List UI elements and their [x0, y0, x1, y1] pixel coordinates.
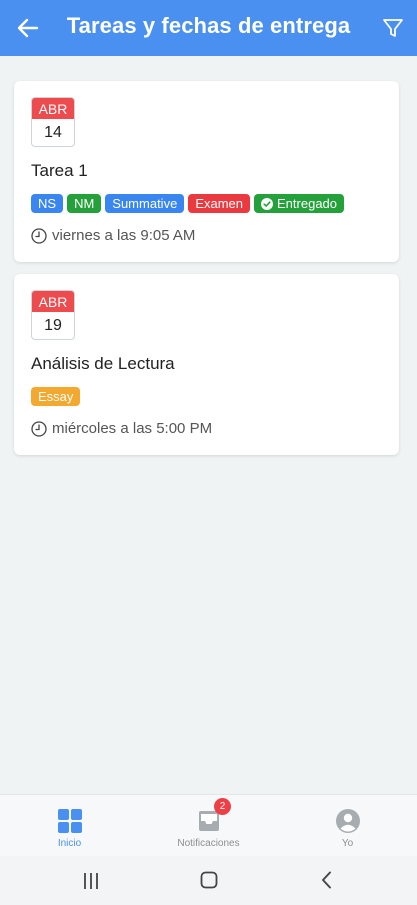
filter-icon[interactable] — [381, 15, 405, 41]
tag-label: Entregado — [277, 196, 338, 211]
clock-icon — [31, 227, 47, 244]
assignment-title: Análisis de Lectura — [31, 354, 175, 373]
grid-icon — [57, 809, 82, 833]
nav-label: Notificaciones — [177, 838, 240, 849]
app-bar: Tareas y fechas de entrega — [0, 0, 417, 56]
tag-examen: Examen — [188, 194, 251, 213]
tag-nm: NM — [67, 194, 102, 213]
nav-label: Inicio — [57, 838, 82, 849]
tag-summative: Summative — [105, 194, 185, 213]
tag-list: Essay — [31, 387, 81, 406]
due-time-text: viernes a las 9:05 AM — [52, 227, 196, 244]
calendar-month: ABR — [32, 98, 74, 119]
tag-list: NS NM Summative Examen Entregado — [31, 194, 345, 213]
assignment-title: Tarea 1 — [31, 161, 88, 180]
calendar-day: 14 — [44, 124, 62, 141]
tag-entregado: Entregado — [254, 194, 345, 213]
profile-icon — [335, 809, 360, 833]
due-time: viernes a las 9:05 AM — [31, 227, 195, 244]
notification-badge: 2 — [214, 798, 231, 815]
tag-essay: Essay — [31, 387, 81, 406]
calendar-date: ABR 14 — [31, 97, 75, 147]
nav-item-yo[interactable]: Yo — [278, 795, 417, 857]
calendar-date: ABR 19 — [31, 290, 75, 340]
nav-label: Yo — [341, 838, 354, 849]
calendar-day: 19 — [44, 317, 62, 334]
due-time-text: miércoles a las 5:00 PM — [52, 420, 213, 437]
system-back-icon[interactable] — [320, 871, 334, 889]
page-title: Tareas y fechas de entrega — [66, 13, 351, 38]
nav-item-inicio[interactable]: Inicio — [0, 795, 139, 857]
tag-ns: NS — [31, 194, 64, 213]
bottom-nav: Inicio Notificaciones Yo — [0, 794, 417, 856]
system-nav-bar — [0, 856, 417, 905]
home-icon[interactable] — [200, 871, 218, 889]
check-circle-icon — [261, 197, 274, 210]
assignment-card[interactable]: ABR 19 Análisis de Lectura Essay miércol… — [14, 274, 399, 455]
clock-icon — [31, 420, 47, 437]
calendar-month: ABR — [32, 291, 74, 312]
nav-item-notificaciones[interactable]: Notificaciones — [139, 795, 278, 857]
assignment-card[interactable]: ABR 14 Tarea 1 NS NM Summative Examen En… — [14, 81, 399, 262]
due-time: miércoles a las 5:00 PM — [31, 420, 212, 437]
recent-apps-icon[interactable] — [83, 872, 99, 890]
